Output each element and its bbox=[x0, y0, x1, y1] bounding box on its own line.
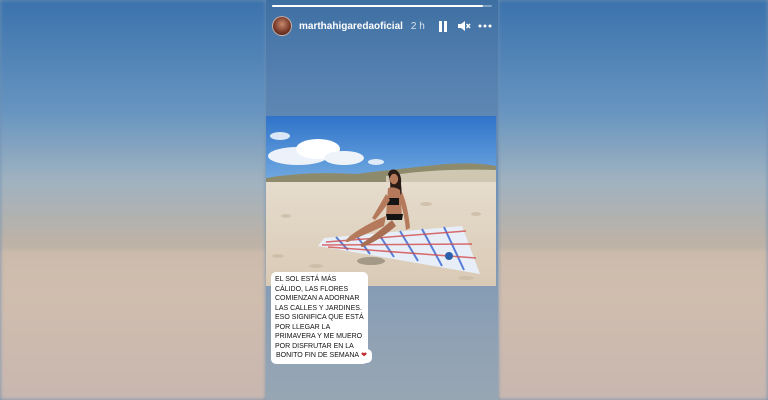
story-progress-bar bbox=[272, 5, 492, 7]
timestamp: 2 h bbox=[410, 20, 425, 32]
tag-text: Bonito fin de semana bbox=[276, 352, 360, 359]
story-tag: Bonito fin de semana ❤ bbox=[271, 349, 372, 363]
speaker-muted-icon[interactable] bbox=[457, 19, 471, 33]
username[interactable]: marthahigaredaoficial bbox=[299, 21, 403, 32]
story-progress-fill bbox=[272, 5, 484, 7]
story-header: marthahigaredaoficial 2 h bbox=[272, 14, 492, 38]
more-options-icon[interactable] bbox=[478, 19, 492, 33]
blurred-backdrop-left bbox=[0, 0, 266, 400]
heart-icon: ❤ bbox=[361, 352, 367, 359]
story-viewer[interactable]: marthahigaredaoficial 2 h EL SOL ESTÁ MÁ… bbox=[266, 0, 498, 400]
story-controls bbox=[436, 19, 492, 33]
blurred-backdrop-right bbox=[498, 0, 768, 400]
story-photo bbox=[266, 116, 496, 286]
caption-text: El sol está más cálido, las flores comie… bbox=[275, 276, 364, 359]
avatar[interactable] bbox=[272, 16, 292, 36]
pause-icon[interactable] bbox=[436, 19, 450, 33]
